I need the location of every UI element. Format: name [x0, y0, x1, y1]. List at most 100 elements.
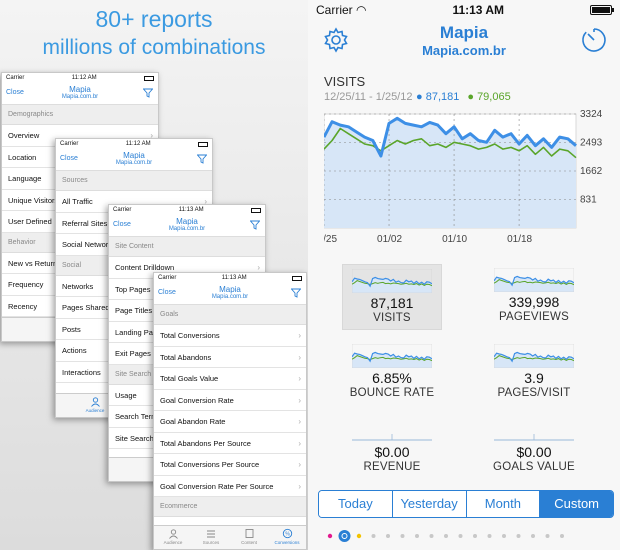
metric-pageviews[interactable]: 339,998 PAGEVIEWS [484, 264, 584, 330]
metric-value: 339,998 [508, 294, 560, 310]
list-item[interactable]: Goal Conversion Rate Per Source › [154, 476, 306, 497]
tab-sources[interactable]: Sources [192, 526, 230, 549]
y-tick-label: 831 [580, 195, 597, 206]
list-item[interactable]: Goal Abandon Rate › [154, 411, 306, 433]
sparkline [352, 269, 432, 293]
page-dot[interactable] [531, 534, 535, 538]
tab-audience[interactable]: Audience [154, 526, 192, 549]
list-item-label: Referral Sites [62, 218, 108, 228]
metric-pages-visit[interactable]: 3.9 PAGES/VISIT [484, 340, 584, 406]
sources-icon [206, 530, 215, 538]
page-dot[interactable] [487, 534, 492, 538]
filter-icon[interactable] [197, 154, 207, 164]
legend-previous: ● 79,065 [467, 91, 511, 103]
wifi-icon: ◠ [356, 3, 367, 17]
carrier-label: Carrier ◠ [316, 3, 367, 17]
battery-icon [198, 141, 208, 147]
metric-visits[interactable]: 87,181 VISITS [342, 264, 442, 330]
filter-icon[interactable] [291, 288, 301, 298]
list-item-label: Total Abandons [160, 352, 212, 362]
x-tick-label: 12/25 [324, 234, 337, 245]
x-tick-label: 01/02 [377, 234, 402, 245]
page-dot[interactable] [502, 534, 506, 538]
page-dot[interactable] [386, 534, 390, 538]
list-item[interactable]: Total Conversions Per Source › [154, 454, 306, 476]
list-item[interactable]: Total Conversions › [154, 325, 306, 347]
phone-preview-conversions: Carrier 11:13 AM Close Mapia Mapia.com.br Goa… [153, 272, 307, 550]
list-item[interactable]: Goal Conversion Rate › [154, 390, 306, 411]
app-brand: Mapia Mapia.com.br [56, 151, 212, 166]
date-range: 12/25/11 - 1/25/12 [324, 91, 413, 103]
section-header: Goals [154, 305, 306, 325]
list-item-label: Total Conversions Per Source [160, 460, 260, 469]
app-domain: Mapia.com.br [115, 160, 153, 166]
chevron-right-icon: › [298, 438, 301, 448]
promo-headline: 80+ reports [95, 6, 213, 32]
page-dot[interactable] [473, 534, 477, 538]
page-dot[interactable] [429, 534, 434, 538]
app-brand: Mapia Mapia.com.br [154, 285, 306, 300]
app-title: Mapia [123, 151, 145, 160]
metric-revenue[interactable]: $0.00 REVENUE [342, 414, 442, 480]
segment-today[interactable]: Today [319, 491, 393, 517]
segment-yesterday[interactable]: Yesterday [392, 491, 467, 517]
page-dot[interactable] [356, 533, 362, 539]
chart-metric-label: VISITS [324, 74, 366, 89]
metric-value: 87,181 [370, 295, 414, 311]
sparkline [352, 434, 432, 441]
page-dot[interactable] [560, 534, 564, 538]
list-item-label: Goal Conversion Rate Per Source [160, 481, 274, 491]
tab-conversions[interactable]: % Conversions [268, 526, 306, 549]
list-item[interactable]: Total Abandons Per Source › [154, 433, 306, 454]
page-dot[interactable] [516, 534, 521, 538]
battery-icon [292, 275, 302, 281]
filter-icon[interactable] [143, 88, 153, 98]
tab-content[interactable]: Content [230, 526, 268, 549]
app-brand: Mapia Mapia.com.br [2, 85, 158, 100]
x-tick-label: 01/18 [507, 234, 532, 245]
page-dot[interactable] [400, 534, 405, 538]
visits-chart[interactable]: 3324 2493 1662 831 12/25 01/02 01/10 01/18 [324, 108, 614, 248]
tab-label: Sources [202, 540, 220, 545]
page-dot[interactable] [458, 534, 463, 538]
page-dot[interactable] [371, 534, 376, 538]
y-tick-label: 3324 [580, 109, 603, 120]
section-header: Site Content [109, 237, 265, 257]
metric-goals-value[interactable]: $0.00 GOALS VALUE [484, 414, 584, 480]
list-item-label: Frequency [8, 280, 44, 289]
metric-bounce-rate[interactable]: 6.85% BOUNCE RATE [342, 340, 442, 406]
list-item-label: Total Goals Value [160, 374, 219, 383]
list-item[interactable]: Total Goals Value › [154, 368, 306, 390]
section-header: Demographics [2, 105, 158, 125]
clock: 11:12 AM [125, 141, 151, 147]
list-item[interactable]: Total Abandons › [154, 347, 306, 368]
page-dot[interactable] [545, 534, 550, 538]
metric-label: VISITS [373, 312, 411, 324]
segment-custom[interactable]: Custom [540, 491, 613, 517]
navigation-bar: Close Mapia Mapia.com.br [56, 149, 212, 171]
navigation-bar: Close Mapia Mapia.com.br [109, 215, 265, 237]
app-domain: Mapia.com.br [211, 294, 249, 300]
segment-month[interactable]: Month [466, 491, 541, 517]
page-dot[interactable] [327, 533, 333, 539]
promo-panel: 80+ reports millions of combinations Car… [0, 0, 308, 550]
page-indicator[interactable] [322, 528, 612, 544]
list-item-label: Language [8, 174, 42, 183]
app-title: Mapia [176, 217, 198, 226]
list-item-label: Top Pages [115, 284, 151, 294]
filter-icon[interactable] [250, 220, 260, 230]
page-dot[interactable] [444, 534, 448, 538]
timer-icon[interactable] [580, 26, 608, 54]
chevron-right-icon: › [298, 395, 301, 405]
chevron-right-icon: › [298, 417, 301, 426]
carrier-label: Carrier [6, 75, 25, 81]
status-bar: Carrier 11:12 AM [56, 139, 212, 149]
list-item-label: Usage [115, 390, 137, 400]
page-dot[interactable] [338, 530, 351, 542]
list-item-label: Exit Pages [115, 349, 151, 358]
metric-value: $0.00 [516, 444, 552, 460]
page-dot[interactable] [415, 534, 419, 538]
carrier-label: Carrier [113, 207, 132, 213]
list-item-label: Total Abandons Per Source [160, 438, 251, 448]
list-item-label: All Traffic [62, 197, 93, 206]
